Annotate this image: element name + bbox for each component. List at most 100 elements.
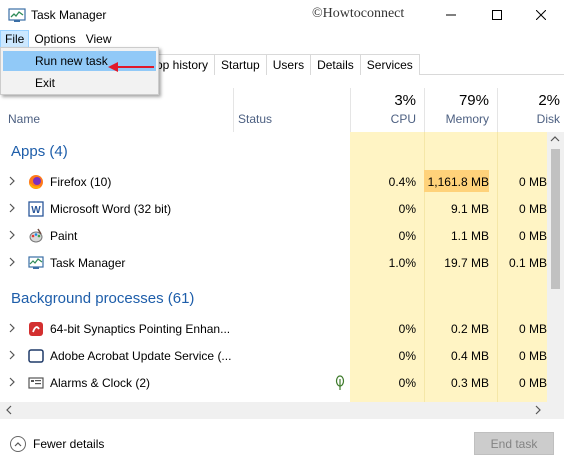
column-header-cpu[interactable]: CPU (360, 112, 416, 126)
vertical-scrollbar[interactable] (547, 132, 564, 402)
menu-item-exit[interactable]: Exit (3, 73, 156, 93)
fewer-details-link[interactable]: Fewer details (33, 437, 104, 451)
disk-value: 0 MB (518, 376, 547, 390)
task-manager-icon (8, 8, 26, 22)
memory-value: 1,161.8 MB (424, 170, 489, 192)
scroll-right-icon[interactable] (534, 405, 542, 415)
process-name: Task Manager (50, 256, 126, 270)
process-list: Apps (4) Firefox (10) 0.4% 1,161.8 MB 0 … (0, 132, 547, 402)
group-header-background: Background processes (61) (11, 290, 195, 307)
memory-total: 79% (458, 92, 489, 109)
end-task-button[interactable]: End task (474, 432, 554, 455)
memory-value: 9.1 MB (450, 202, 489, 216)
cpu-value: 1.0% (388, 256, 416, 270)
process-name: Microsoft Word (32 bit) (50, 202, 172, 216)
process-name: Alarms & Clock (2) (50, 376, 151, 390)
chevron-right-icon[interactable] (8, 257, 16, 267)
maximize-button[interactable] (474, 0, 520, 30)
table-row[interactable]: Task Manager 1.0% 19.7 MB 0.1 MB (0, 250, 547, 277)
cpu-value: 0% (398, 202, 416, 216)
table-row[interactable]: Alarms & Clock (2) 0% 0.3 MB 0 MB (0, 370, 547, 397)
paint-icon (29, 228, 43, 243)
file-dropdown-menu: Run new task Exit (0, 47, 159, 95)
disk-value: 0.1 MB (508, 256, 547, 270)
column-divider (350, 88, 351, 132)
svg-text:W: W (31, 205, 41, 216)
word-icon: W (28, 201, 44, 217)
menu-view[interactable]: View (81, 30, 117, 48)
service-icon (28, 349, 44, 363)
scroll-left-icon[interactable] (5, 405, 13, 415)
menu-file-label: File (5, 32, 25, 46)
memory-value: 0.4 MB (450, 349, 489, 363)
leaf-icon (335, 375, 345, 390)
tab-startup[interactable]: Startup (214, 54, 267, 75)
table-row[interactable]: Adobe Acrobat Update Service (... 0% 0.4… (0, 343, 547, 370)
group-header-apps: Apps (4) (11, 143, 68, 160)
run-new-task-label: Run new task (35, 54, 108, 68)
cpu-value: 0% (398, 322, 416, 336)
disk-value: 0 MB (518, 175, 547, 189)
minimize-button[interactable] (428, 0, 474, 30)
exit-label: Exit (35, 76, 56, 90)
column-header-status[interactable]: Status (238, 112, 272, 126)
menu-options[interactable]: Options (29, 30, 80, 48)
tab-users[interactable]: Users (265, 54, 312, 75)
title-bar: Task Manager ©Howtoconnect (0, 0, 564, 30)
synaptics-icon (29, 322, 43, 336)
chevron-right-icon[interactable] (8, 203, 16, 213)
close-button[interactable] (518, 0, 564, 30)
menu-view-label: View (85, 32, 112, 46)
menu-options-label: Options (34, 32, 76, 46)
task-manager-icon (28, 256, 44, 269)
disk-value: 0 MB (518, 349, 547, 363)
column-divider (497, 88, 498, 132)
column-divider (424, 88, 425, 132)
process-name: Firefox (10) (50, 175, 112, 189)
chevron-up-icon (14, 442, 22, 447)
cpu-value: 0.4% (388, 175, 416, 189)
chevron-right-icon[interactable] (8, 350, 16, 360)
table-row[interactable]: W Microsoft Word (32 bit) 0% 9.1 MB 0 MB (0, 196, 547, 223)
column-header-name[interactable]: Name (8, 112, 40, 126)
table-row[interactable]: 64-bit Synaptics Pointing Enhan... 0% 0.… (0, 316, 547, 343)
table-row[interactable]: Firefox (10) 0.4% 1,161.8 MB 0 MB (0, 169, 547, 196)
process-name: Adobe Acrobat Update Service (... (50, 349, 232, 363)
chevron-up-circle-icon[interactable] (10, 436, 26, 452)
cpu-value: 0% (398, 376, 416, 390)
cpu-total: 3% (394, 92, 416, 109)
memory-value: 1.1 MB (450, 229, 489, 243)
footer: Fewer details End task (0, 419, 564, 467)
alarms-icon (28, 377, 44, 389)
process-name: Paint (50, 229, 78, 243)
disk-total: 2% (538, 92, 560, 109)
cpu-value: 0% (398, 349, 416, 363)
memory-value: 0.2 MB (450, 322, 489, 336)
chevron-right-icon[interactable] (8, 377, 16, 387)
process-name: 64-bit Synaptics Pointing Enhan... (50, 322, 231, 336)
watermark: ©Howtoconnect (312, 6, 405, 21)
table-row[interactable]: Paint 0% 1.1 MB 0 MB (0, 223, 547, 250)
red-arrow-icon (108, 62, 154, 72)
tab-services[interactable]: Services (359, 54, 420, 75)
memory-value: 19.7 MB (444, 256, 489, 270)
scroll-thumb[interactable] (551, 149, 560, 289)
tab-details[interactable]: Details (310, 54, 361, 75)
minimize-icon (446, 14, 456, 16)
menu-bar: File Options View (0, 30, 564, 48)
maximize-icon (492, 10, 502, 20)
chevron-right-icon[interactable] (8, 230, 16, 240)
tab-app-history[interactable]: pp history (152, 54, 216, 75)
window-title: Task Manager (31, 8, 107, 22)
chevron-right-icon[interactable] (8, 323, 16, 333)
column-divider (233, 88, 234, 132)
disk-value: 0 MB (518, 322, 547, 336)
memory-value: 0.3 MB (450, 376, 489, 390)
menu-file[interactable]: File (0, 30, 30, 48)
horizontal-scrollbar[interactable] (0, 402, 564, 419)
disk-value: 0 MB (518, 202, 547, 216)
chevron-right-icon[interactable] (8, 176, 16, 186)
column-header-memory[interactable]: Memory (430, 112, 489, 126)
column-header-disk[interactable]: Disk (505, 112, 560, 126)
scroll-up-icon[interactable] (550, 135, 560, 143)
